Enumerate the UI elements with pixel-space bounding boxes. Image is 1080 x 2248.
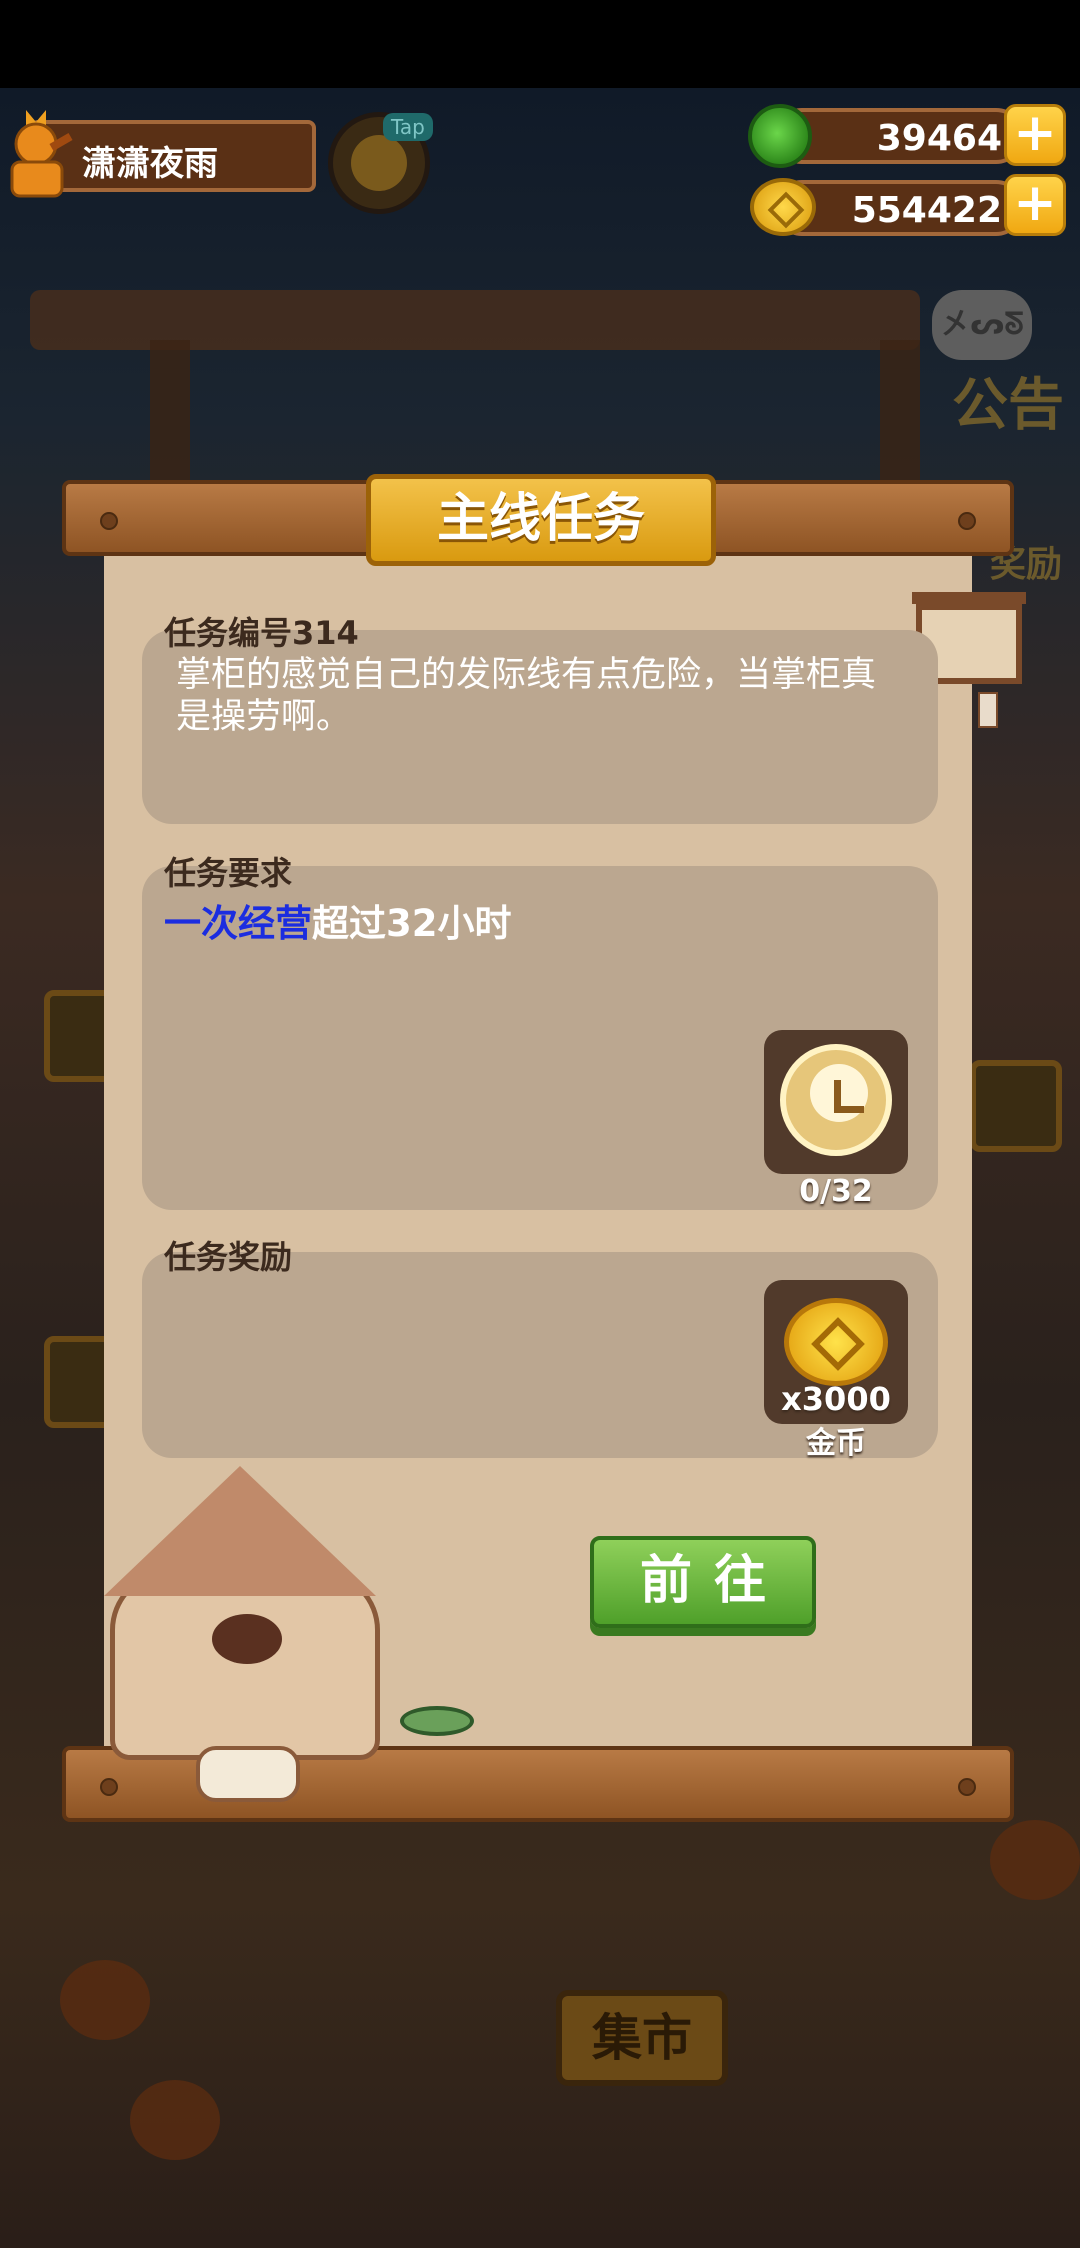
requirement-text: 一次经营超过32小时 — [164, 893, 512, 947]
notice-bubble: 㐅ᔕᘕ — [932, 290, 1032, 360]
go-button[interactable]: 前往 — [590, 1536, 816, 1628]
reward-name: 金币 — [806, 1426, 866, 1461]
task-description: 掌柜的感觉自己的发际线有点危险，当掌柜真是操劳啊。 — [176, 655, 877, 737]
notice-label: 公告 — [952, 373, 1064, 438]
gold-coin-icon — [784, 1298, 888, 1386]
pumpkin — [60, 1960, 150, 2040]
reward-label: 任务奖励 — [164, 1238, 293, 1276]
gem-count: 39464 — [876, 118, 1002, 159]
progress-text: 0/32 — [799, 1174, 873, 1209]
dialog-title: 主线任务 — [366, 474, 716, 566]
shopkeeper-hat — [104, 1466, 376, 1596]
requirement-label: 任务要求 — [164, 854, 293, 892]
requirement-item-slot[interactable] — [764, 1030, 908, 1174]
side-sign-right — [970, 1060, 1062, 1152]
player-rank-icon — [10, 110, 73, 198]
shopkeeper-cloak — [110, 1570, 380, 1760]
notice-board-button[interactable]: 㐅ᔕᘕ 公告 — [932, 290, 1080, 438]
add-gems-button[interactable]: + — [1004, 104, 1066, 166]
requirement-highlight: 一次经营 — [164, 902, 312, 945]
gem-icon — [748, 104, 812, 168]
clock-icon — [780, 1044, 892, 1156]
pumpkin — [990, 1820, 1080, 1900]
player-name: 潇潇夜雨 — [82, 144, 218, 184]
coin-count: 554422 — [851, 190, 1002, 231]
lantern-tassel — [978, 692, 998, 728]
market-sign[interactable]: 集市 — [556, 1990, 728, 2086]
mosquito-coil-icon — [400, 1706, 474, 1736]
task-number-label: 任务编号314 — [164, 614, 359, 652]
shopkeeper-feet — [196, 1746, 300, 1802]
tap-button[interactable]: Tap — [328, 112, 433, 214]
add-coins-button[interactable]: + — [1004, 174, 1066, 236]
pumpkin — [130, 2080, 220, 2160]
requirement-rest: 超过32小时 — [312, 902, 512, 945]
reward-amount: x3000 — [781, 1380, 891, 1418]
shopkeeper-face — [212, 1614, 282, 1664]
coin-icon — [750, 178, 816, 236]
tap-label: Tap — [383, 113, 433, 141]
face-icon — [351, 135, 407, 191]
